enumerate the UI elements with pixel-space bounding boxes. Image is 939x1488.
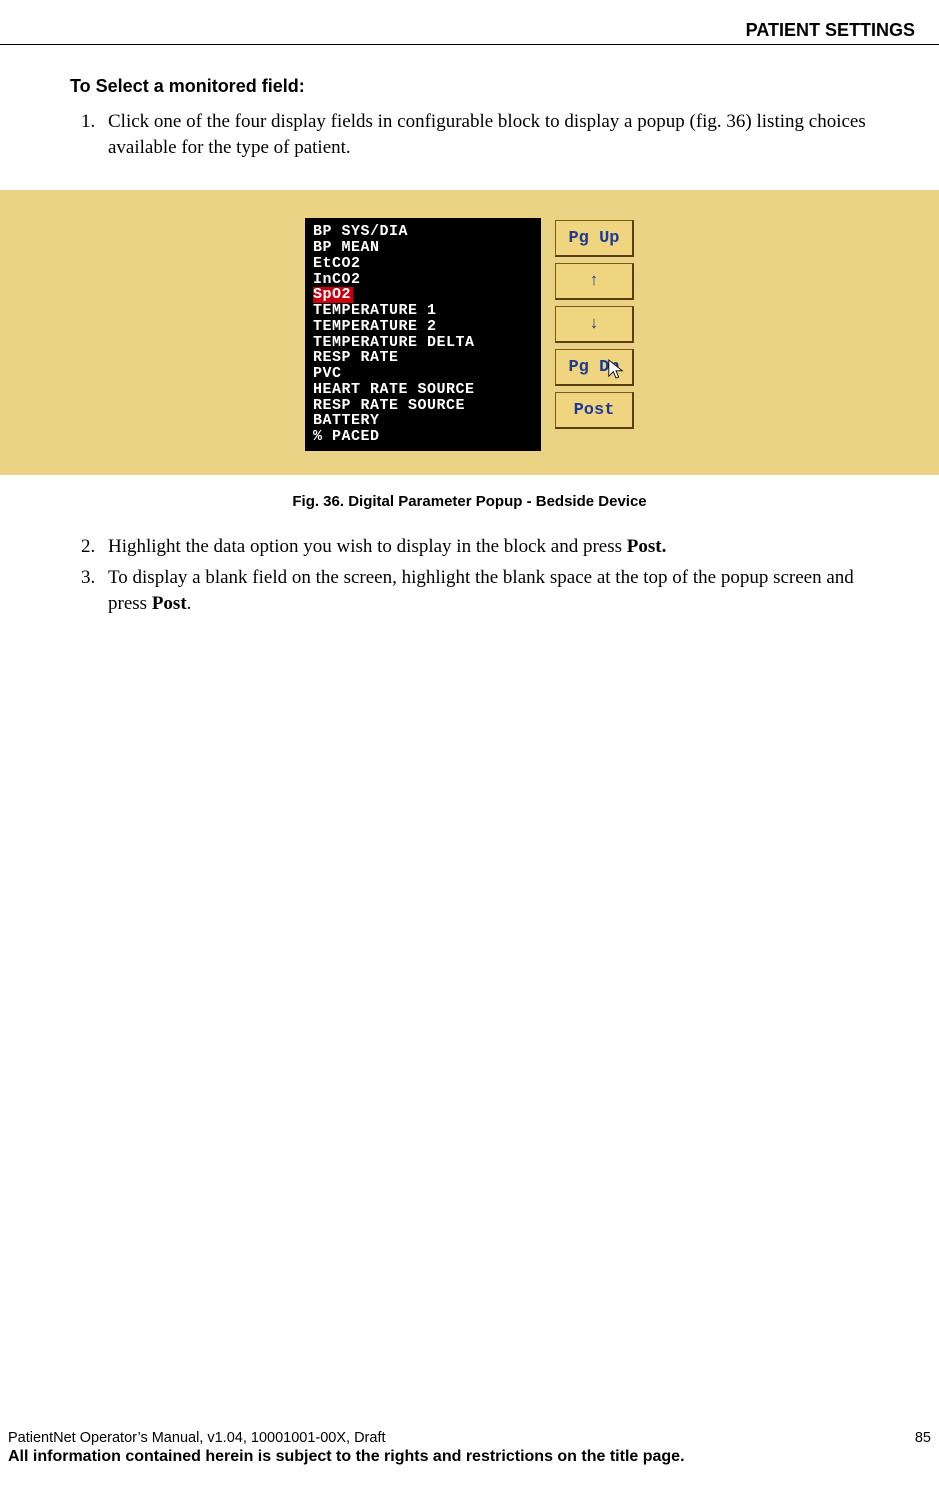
list-item[interactable]: BP SYS/DIA xyxy=(313,224,533,240)
step-3-bold: Post xyxy=(152,593,187,614)
list-item[interactable]: TEMPERATURE DELTA xyxy=(313,335,533,351)
list-item[interactable]: InCO2 xyxy=(313,272,533,288)
list-item-selected[interactable]: SpO2 xyxy=(313,287,533,303)
popup-button-column: Pg Up ↑ ↓ Pg Dn Post xyxy=(555,218,634,451)
list-item[interactable]: PVC xyxy=(313,366,533,382)
step-1-text: Click one of the four display fields in … xyxy=(108,111,866,158)
cursor-icon xyxy=(607,358,625,380)
list-item[interactable]: RESP RATE xyxy=(313,350,533,366)
list-item[interactable]: TEMPERATURE 2 xyxy=(313,319,533,335)
footer-doc-info: PatientNet Operator’s Manual, v1.04, 100… xyxy=(8,1430,386,1446)
page-footer: PatientNet Operator’s Manual, v1.04, 100… xyxy=(8,1430,931,1466)
parameter-list[interactable]: BP SYS/DIA BP MEAN EtCO2 InCO2 SpO2 TEMP… xyxy=(305,218,541,451)
list-item[interactable]: RESP RATE SOURCE xyxy=(313,398,533,414)
step-1: Click one of the four display fields in … xyxy=(100,109,869,160)
parameter-popup: BP SYS/DIA BP MEAN EtCO2 InCO2 SpO2 TEMP… xyxy=(305,218,634,451)
post-button[interactable]: Post xyxy=(555,392,634,429)
section-title: PATIENT SETTINGS xyxy=(746,20,915,41)
step-3: To display a blank field on the screen, … xyxy=(100,565,869,616)
page-number: 85 xyxy=(915,1430,931,1446)
step-2: Highlight the data option you wish to di… xyxy=(100,534,869,560)
footer-rights: All information contained herein is subj… xyxy=(8,1448,931,1466)
figure-caption: Fig. 36. Digital Parameter Popup - Bedsi… xyxy=(70,493,869,510)
list-item[interactable]: % PACED xyxy=(313,429,533,445)
page-up-button[interactable]: Pg Up xyxy=(555,220,634,257)
list-item[interactable]: EtCO2 xyxy=(313,256,533,272)
step-2-bold: Post. xyxy=(627,536,667,557)
step-2-text-before: Highlight the data option you wish to di… xyxy=(108,536,627,557)
header-rule xyxy=(0,44,939,45)
figure-container: BP SYS/DIA BP MEAN EtCO2 InCO2 SpO2 TEMP… xyxy=(0,190,939,475)
up-button[interactable]: ↑ xyxy=(555,263,634,300)
step-3-text-after: . xyxy=(187,593,192,614)
list-item[interactable]: BATTERY xyxy=(313,413,533,429)
subheading: To Select a monitored field: xyxy=(70,76,869,97)
down-button[interactable]: ↓ xyxy=(555,306,634,343)
list-item[interactable]: TEMPERATURE 1 xyxy=(313,303,533,319)
list-item[interactable]: BP MEAN xyxy=(313,240,533,256)
list-item[interactable]: HEART RATE SOURCE xyxy=(313,382,533,398)
step-3-text-before: To display a blank field on the screen, … xyxy=(108,567,854,614)
